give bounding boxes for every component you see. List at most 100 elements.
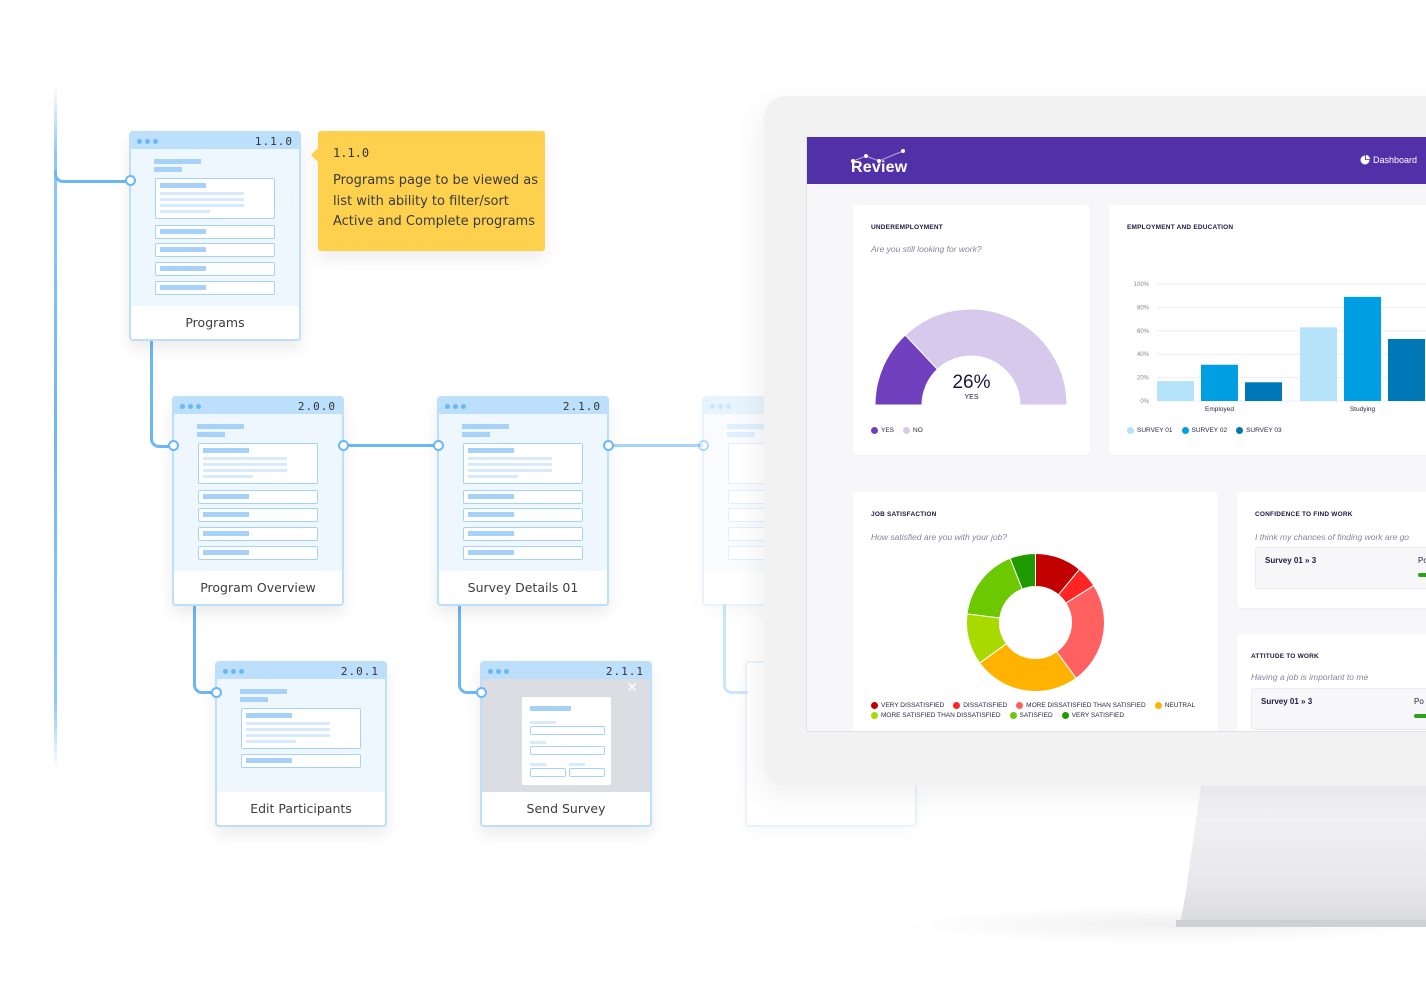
page-version: 2.1.1: [605, 664, 644, 678]
connector-node: [211, 687, 222, 698]
survey-progress-bar: [1418, 573, 1426, 577]
legend-label: DISSATISFIED: [963, 702, 1008, 709]
panel-underemployment: UNDEREMPLOYMENT Are you still looking fo…: [853, 205, 1090, 455]
sitemap-trunk-line: [54, 85, 57, 770]
legend-item[interactable]: MORE DISSATISFIED THAN SATISFIED: [1016, 702, 1146, 709]
legend-item[interactable]: NO: [903, 427, 923, 434]
y-tick-label: 40%: [1137, 352, 1150, 358]
bar-employed-survey-02[interactable]: [1201, 364, 1238, 401]
panel-title: UNDEREMPLOYMENT: [871, 224, 943, 231]
window-dots-icon: [445, 403, 466, 409]
legend-item[interactable]: DISSATISFIED: [953, 702, 1007, 709]
monitor-stand: [1180, 786, 1426, 924]
connector-line: [54, 170, 133, 183]
legend-item[interactable]: SURVEY 01: [1127, 427, 1173, 434]
page-wireframe: [131, 149, 299, 306]
window-dots-icon: [710, 403, 731, 409]
connector-line: [608, 444, 703, 447]
legend-item[interactable]: NEUTRAL: [1154, 702, 1196, 709]
legend-item[interactable]: SURVEY 03: [1236, 427, 1282, 434]
bar-studying-survey-03[interactable]: [1388, 338, 1425, 401]
panel-title: JOB SATISFACTION: [871, 511, 937, 518]
page-card-survey-details[interactable]: 2.1.0 Survey Details 01: [437, 396, 609, 606]
bar-employed-survey-03[interactable]: [1245, 382, 1282, 401]
monitor-stand-base: [1176, 920, 1426, 927]
panel-title: EMPLOYMENT AND EDUCATION: [1127, 224, 1234, 231]
legend-swatch: [871, 712, 878, 719]
page-wireframe: [439, 414, 607, 571]
page-card-edit-participants[interactable]: 2.0.1 Edit Participants: [215, 661, 387, 827]
annotation-version: 1.1.0: [333, 146, 370, 160]
legend-label: SATISFIED: [1019, 712, 1053, 719]
y-tick-label: 0%: [1140, 399, 1149, 405]
bar-employed-survey-01[interactable]: [1157, 381, 1194, 401]
legend-swatch: [953, 702, 961, 709]
y-tick-label: 60%: [1137, 329, 1150, 335]
connector-node: [338, 440, 349, 451]
legend-item[interactable]: YES: [871, 427, 894, 434]
x-category-label: Studying: [1350, 406, 1376, 413]
legend-label: MORE SATISFIED THAN DISSATISFIED: [881, 712, 1001, 719]
page-name: Programs: [185, 315, 245, 330]
gauge-caption: YES: [964, 394, 979, 401]
connector-node: [476, 687, 487, 698]
gauge-legend: YES NO: [871, 427, 923, 434]
connector-node: [168, 440, 179, 451]
card-titlebar: 1.1.0: [131, 133, 299, 149]
connector-node: [603, 440, 614, 451]
legend-swatch: [1061, 712, 1069, 719]
legend-swatch: [871, 427, 878, 434]
survey-progress-bar: [1414, 714, 1426, 718]
legend-item[interactable]: SATISFIED: [1009, 712, 1053, 719]
panel-title: ATTITUDE TO WORK: [1251, 653, 1319, 660]
legend-swatch: [871, 702, 878, 709]
y-tick-label: 20%: [1137, 376, 1150, 382]
donut-legend: VERY DISSATISFIED DISSATISFIED MORE DISSAT…: [871, 702, 1216, 719]
page-wireframe: [174, 414, 342, 571]
x-category-label: Employed: [1205, 406, 1234, 413]
app-logo-text: Review: [851, 159, 908, 176]
panel-title: CONFIDENCE TO FIND WORK: [1255, 511, 1353, 518]
legend-label: MORE DISSATISFIED THAN SATISFIED: [1026, 702, 1146, 709]
page-card-send-survey[interactable]: 2.1.1 ✕ Send Survey: [480, 661, 652, 827]
page-wireframe: [217, 679, 385, 792]
connector-node: [433, 440, 444, 451]
app-header: Review Dashboard: [807, 137, 1426, 184]
page-version: 2.1.0: [562, 399, 601, 413]
survey-answer-label: Po: [1414, 697, 1424, 706]
card-titlebar: 2.0.1: [217, 663, 385, 679]
gauge-value: 26%: [952, 372, 991, 393]
panel-attitude: ATTITUDE TO WORK Having a job is importa…: [1237, 634, 1426, 731]
page-name: Survey Details 01: [467, 580, 579, 595]
page-name: Send Survey: [526, 801, 606, 816]
bar-studying-survey-02[interactable]: [1344, 296, 1381, 401]
y-tick-label: 100%: [1134, 282, 1150, 288]
panel-question: Are you still looking for work?: [871, 244, 982, 254]
legend-item[interactable]: VERY SATISFIED: [1061, 712, 1125, 719]
bar-studying-survey-01[interactable]: [1300, 327, 1337, 401]
legend-swatch: [1154, 702, 1162, 709]
window-dots-icon: [137, 138, 158, 144]
nav-dashboard-label: Dashboard: [1372, 155, 1417, 165]
card-titlebar: 2.0.0: [174, 398, 342, 414]
panel-confidence: CONFIDENCE TO FIND WORK I think my chanc…: [1237, 492, 1426, 608]
card-titlebar: 2.1.1: [482, 663, 650, 679]
legend-item[interactable]: VERY DISSATISFIED: [871, 702, 944, 709]
survey-label: Survey 01 » 3: [1265, 556, 1317, 565]
legend-item[interactable]: SURVEY 02: [1181, 427, 1227, 434]
pie-chart-icon: [1360, 155, 1370, 165]
connector-line: [343, 444, 438, 447]
survey-row[interactable]: Survey 01 » 3 Po: [1251, 688, 1426, 730]
connector-node: [125, 175, 136, 186]
legend-label: VERY SATISFIED: [1071, 712, 1125, 719]
page-card-programs[interactable]: 1.1.0 Programs: [129, 131, 301, 341]
panel-job-satisfaction: JOB SATISFACTION How satisfied are you w…: [853, 492, 1218, 731]
survey-row[interactable]: Survey 01 » 3 Po: [1255, 547, 1426, 589]
legend-item[interactable]: MORE SATISFIED THAN DISSATISFIED: [871, 712, 1001, 719]
donut-chart: [966, 552, 1105, 692]
window-dots-icon: [223, 668, 244, 674]
nav-dashboard-link[interactable]: Dashboard: [1360, 155, 1417, 165]
legend-label: NEUTRAL: [1164, 702, 1196, 709]
page-card-program-overview[interactable]: 2.0.0 Program Overview: [172, 396, 344, 606]
window-dots-icon: [488, 668, 509, 674]
